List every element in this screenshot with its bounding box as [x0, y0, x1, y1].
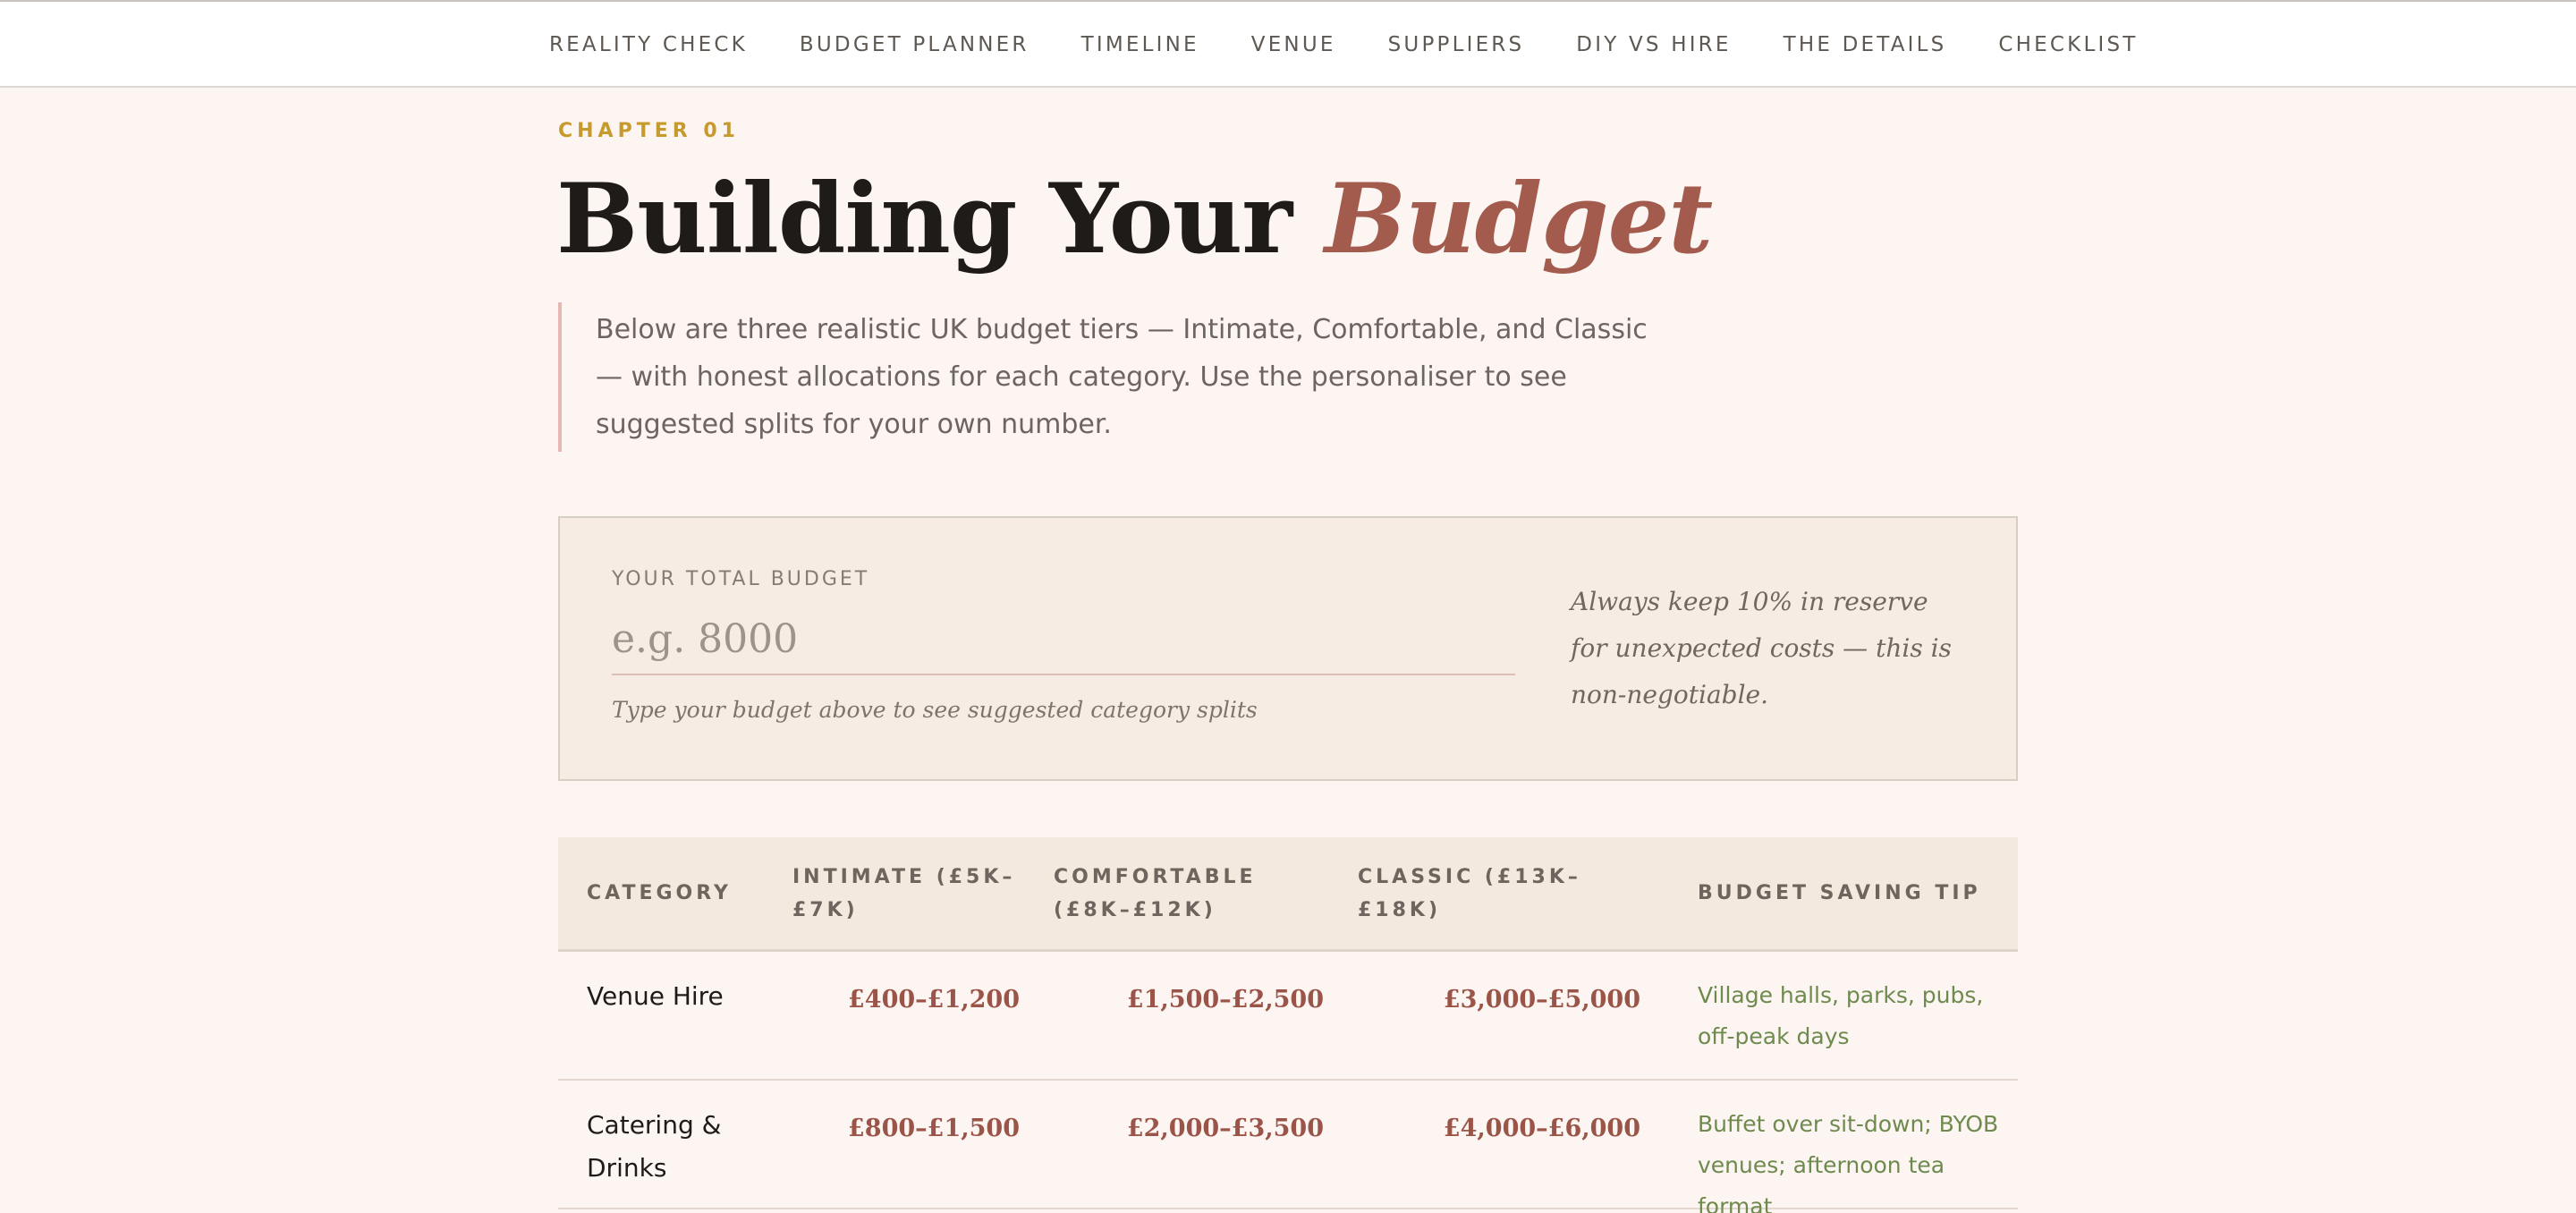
- budget-input[interactable]: [612, 604, 1515, 675]
- row-category: Catering & Drinks: [587, 1110, 722, 1183]
- budget-table: CATEGORY INTIMATE (£5K–£7K) COMFORTABLE …: [558, 837, 2018, 1213]
- nav-items: REALITY CHECK BUDGET PLANNER TIMELINE VE…: [549, 2, 2139, 88]
- reserve-note: Always keep 10% in reserve for unexpecte…: [1571, 587, 1952, 709]
- nav-item-budget-planner[interactable]: BUDGET PLANNER: [800, 33, 1030, 56]
- row-intimate: £800–£1,500: [848, 1115, 1020, 1142]
- row-tip: Village halls, parks, pubs, off-peak day…: [1698, 982, 1984, 1049]
- header-category: CATEGORY: [587, 882, 732, 904]
- nav-item-diy-vs-hire[interactable]: DIY VS HIRE: [1576, 33, 1731, 56]
- row-classic: £3,000–£5,000: [1443, 986, 1640, 1014]
- row-comfortable: £2,000–£3,500: [1126, 1115, 1324, 1142]
- chapter-intro: Below are three realistic UK budget tier…: [558, 302, 1649, 452]
- table-row: Venue Hire £400–£1,200 £1,500–£2,500 £3,…: [558, 952, 2018, 1081]
- nav-item-venue[interactable]: VENUE: [1251, 33, 1336, 56]
- top-nav: REALITY CHECK BUDGET PLANNER TIMELINE VE…: [0, 0, 2576, 88]
- table-header: CATEGORY INTIMATE (£5K–£7K) COMFORTABLE …: [558, 837, 2018, 952]
- nav-item-the-details[interactable]: THE DETAILS: [1784, 33, 1947, 56]
- nav-item-timeline[interactable]: TIMELINE: [1081, 33, 1199, 56]
- chapter-eyebrow: CHAPTER 01: [558, 120, 740, 142]
- budget-label: YOUR TOTAL BUDGET: [612, 568, 870, 590]
- page-title-main: Building Your: [556, 163, 1325, 276]
- header-tip: BUDGET SAVING TIP: [1698, 882, 1981, 904]
- row-comfortable: £1,500–£2,500: [1126, 986, 1324, 1014]
- row-category: Venue Hire: [587, 981, 724, 1011]
- page-title: Building Your Budget: [556, 161, 1713, 277]
- nav-item-reality-check[interactable]: REALITY CHECK: [549, 33, 748, 56]
- header-comfortable: COMFORTABLE (£8K–£12K): [1054, 865, 1257, 921]
- budget-personaliser: YOUR TOTAL BUDGET Type your budget above…: [558, 516, 2018, 781]
- row-tip: Buffet over sit-down; BYOB venues; after…: [1698, 1111, 1999, 1213]
- header-intimate: INTIMATE (£5K–£7K): [792, 865, 1016, 921]
- row-classic: £4,000–£6,000: [1443, 1115, 1640, 1142]
- nav-item-checklist[interactable]: CHECKLIST: [1998, 33, 2138, 56]
- header-classic: CLASSIC (£13K–£18K): [1358, 865, 1581, 921]
- budget-hint: Type your budget above to see suggested …: [612, 697, 1258, 723]
- table-row: Catering & Drinks £800–£1,500 £2,000–£3,…: [558, 1081, 2018, 1213]
- nav-item-suppliers[interactable]: SUPPLIERS: [1388, 33, 1525, 56]
- row-intimate: £400–£1,200: [848, 986, 1020, 1014]
- page-title-accent: Budget: [1324, 163, 1713, 276]
